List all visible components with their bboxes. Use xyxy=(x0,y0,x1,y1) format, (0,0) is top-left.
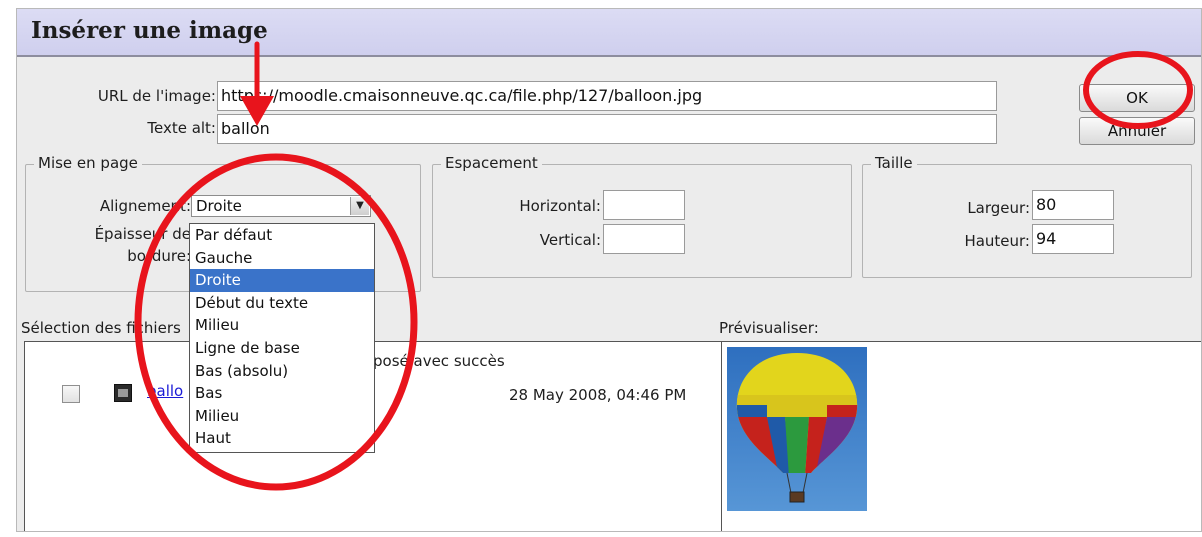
alignment-select[interactable]: Droite ▼ xyxy=(191,195,371,217)
ok-button[interactable]: OK xyxy=(1079,84,1195,112)
alignment-option[interactable]: Début du texte xyxy=(190,292,374,315)
alignment-options-list[interactable]: Par défaut Gauche Droite Début du texte … xyxy=(189,223,375,453)
border-label-line1: Épaisseur de xyxy=(94,225,191,243)
horizontal-spacing-input[interactable] xyxy=(603,190,685,220)
insert-image-dialog: Insérer une image URL de l'image: https:… xyxy=(16,8,1202,532)
spacing-group-legend: Espacement xyxy=(441,154,542,172)
height-label: Hauteur: xyxy=(964,232,1030,250)
width-label: Largeur: xyxy=(967,199,1030,217)
alignment-option[interactable]: Bas xyxy=(190,382,374,405)
alignment-option[interactable]: Milieu xyxy=(190,314,374,337)
alignment-option[interactable]: Par défaut xyxy=(190,224,374,247)
alignment-option[interactable]: Milieu xyxy=(190,405,374,428)
alt-text-label: Texte alt: xyxy=(147,119,216,137)
chevron-down-icon[interactable]: ▼ xyxy=(350,197,369,215)
alignment-option[interactable]: Ligne de base xyxy=(190,337,374,360)
alt-text-input[interactable]: ballon xyxy=(217,114,997,144)
alignment-select-value: Droite xyxy=(196,197,242,215)
file-link[interactable]: ballo xyxy=(147,382,183,400)
horizontal-label: Horizontal: xyxy=(519,197,601,215)
alignment-option-selected[interactable]: Droite xyxy=(190,269,374,292)
alignment-option[interactable]: Gauche xyxy=(190,247,374,270)
cancel-button[interactable]: Annuler xyxy=(1079,117,1195,145)
alignment-label: Alignement: xyxy=(99,197,191,215)
alignment-option[interactable]: Bas (absolu) xyxy=(190,360,374,383)
file-selection-label: Sélection des fichiers xyxy=(21,319,181,337)
alignment-option[interactable]: Haut xyxy=(190,427,374,450)
size-group: Taille xyxy=(862,154,1192,278)
layout-group-legend: Mise en page xyxy=(34,154,142,172)
hot-air-balloon-icon xyxy=(736,353,858,503)
url-input[interactable]: https://moodle.cmaisonneuve.qc.ca/file.p… xyxy=(217,81,997,111)
balloon-preview-image xyxy=(727,347,867,511)
border-label-line2: bordure: xyxy=(127,247,191,265)
spacing-group: Espacement xyxy=(432,154,852,278)
width-input[interactable]: 80 xyxy=(1032,190,1114,220)
preview-label: Prévisualiser: xyxy=(719,319,819,337)
size-group-legend: Taille xyxy=(871,154,917,172)
dialog-titlebar: Insérer une image xyxy=(17,9,1201,57)
height-input[interactable]: 94 xyxy=(1032,224,1114,254)
upload-status: posé avec succès xyxy=(373,352,505,370)
dialog-title: Insérer une image xyxy=(31,17,268,44)
image-file-icon xyxy=(114,384,132,402)
vertical-spacing-input[interactable] xyxy=(603,224,685,254)
vertical-label: Vertical: xyxy=(539,231,601,249)
file-checkbox[interactable] xyxy=(62,385,80,403)
url-label: URL de l'image: xyxy=(97,87,216,105)
file-date: 28 May 2008, 04:46 PM xyxy=(509,386,687,404)
